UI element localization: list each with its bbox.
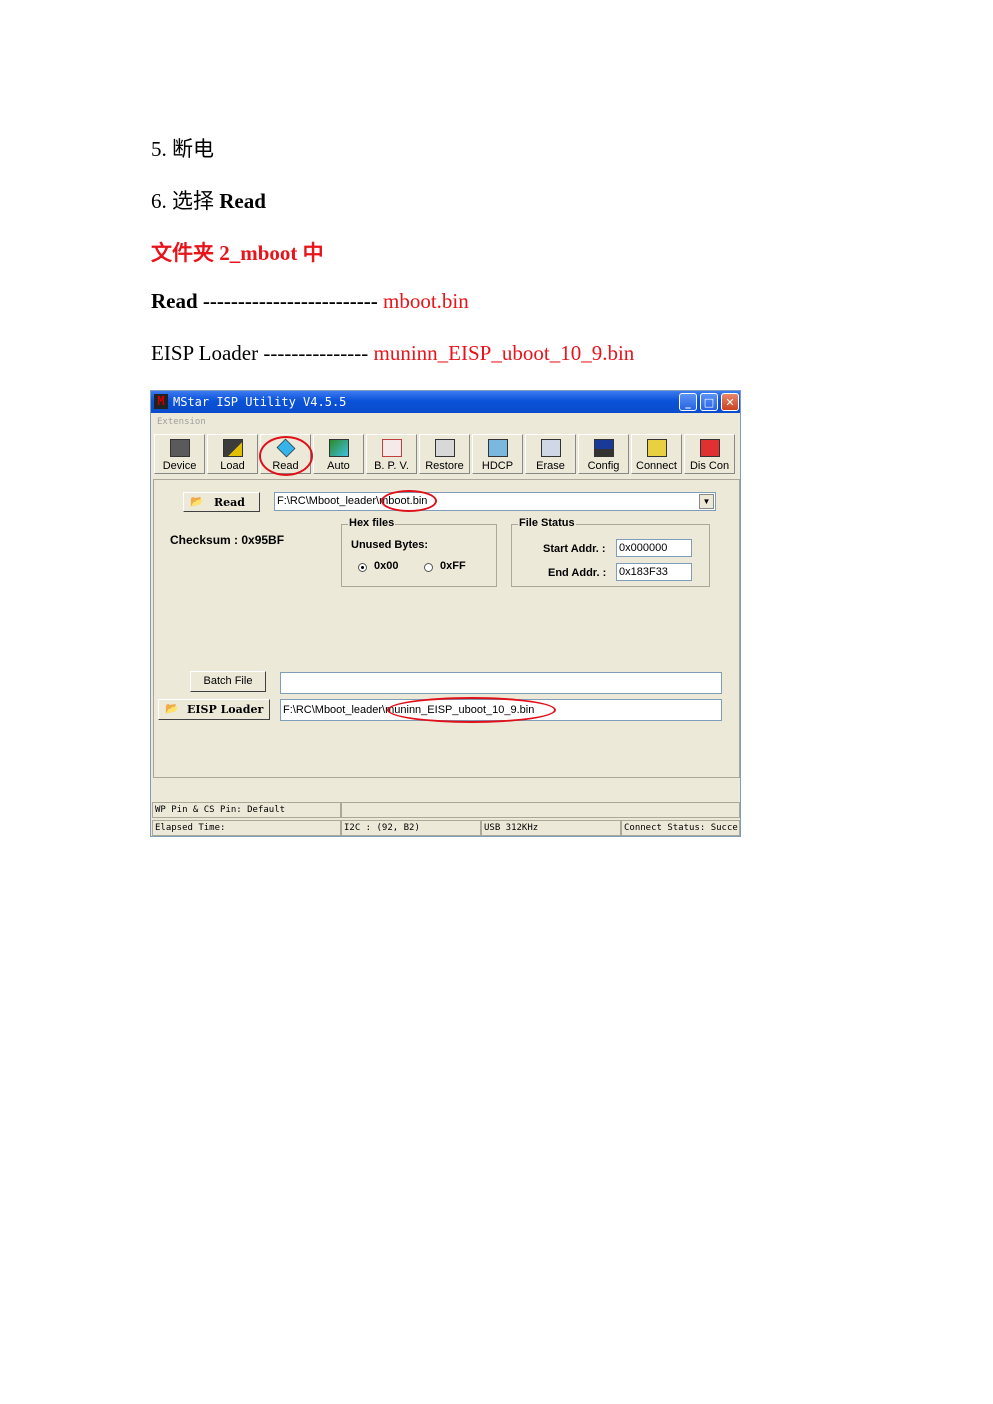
radio-0xff[interactable] <box>424 563 433 572</box>
monitor-icon <box>594 439 614 457</box>
radio-0x00-label: 0x00 <box>374 560 399 572</box>
tool-label: Restore <box>425 460 464 472</box>
tool-load-button[interactable]: Load <box>207 434 258 474</box>
tool-config-button[interactable]: Config <box>578 434 629 474</box>
status-empty <box>341 802 740 818</box>
tool-restore-button[interactable]: Restore <box>419 434 470 474</box>
tool-label: B. P. V. <box>374 460 409 472</box>
close-icon[interactable]: ✕ <box>721 393 739 411</box>
menu-extension[interactable]: Extension <box>157 417 206 427</box>
app-logo-icon: M <box>154 394 168 409</box>
file-status-title: File Status <box>518 517 576 529</box>
tool-label: Erase <box>536 460 565 472</box>
annotation-ellipse-eisp <box>387 697 556 723</box>
tool-hdcp-button[interactable]: HDCP <box>472 434 523 474</box>
check-icon <box>382 439 402 457</box>
folder-open-icon: 📂 <box>190 496 204 508</box>
status-connect: Connect Status: Succe <box>621 820 740 836</box>
minimize-icon[interactable]: _ <box>679 393 697 411</box>
eisp-line: EISP Loader --------------- muninn_EISP_… <box>151 341 634 366</box>
tool-label: Load <box>220 460 245 472</box>
start-addr-label: Start Addr. : <box>543 543 606 555</box>
read-button[interactable]: 📂 Read <box>183 492 260 512</box>
hex-files-group: Hex files Unused Bytes: 0x00 0xFF <box>341 517 497 587</box>
auto-icon <box>329 439 349 457</box>
end-addr-label: End Addr. : <box>548 567 607 579</box>
step-6: 6. 选择 Read <box>151 185 266 215</box>
tool-label: HDCP <box>481 460 514 472</box>
batch-file-label: Batch File <box>203 675 253 687</box>
folder-open-icon: 📂 <box>165 703 179 715</box>
tool-label: Device <box>162 460 197 472</box>
tool-device-button[interactable]: Device <box>154 434 205 474</box>
maximize-icon[interactable]: □ <box>700 393 718 411</box>
eisp-line-file: muninn_EISP_uboot_10_9.bin <box>373 341 635 365</box>
tool-connect-button[interactable]: Connect <box>631 434 682 474</box>
step-6-prefix: 6. 选择 <box>151 189 220 213</box>
tool-discon-button[interactable]: Dis Con <box>684 434 735 474</box>
folder-note: 文件夹 2_mboot 中 <box>151 241 324 265</box>
step-6-bold: Read <box>219 189 266 213</box>
annotation-ellipse-read <box>259 436 313 476</box>
menu-bar: Extension <box>151 414 740 430</box>
status-elapsed: Elapsed Time: <box>152 820 341 836</box>
eisp-loader-button[interactable]: 📂 EISP Loader <box>158 699 270 720</box>
isp-utility-window: M MStar ISP Utility V4.5.5 _ □ ✕ Extensi… <box>150 390 741 837</box>
title-bar[interactable]: M MStar ISP Utility V4.5.5 _ □ ✕ <box>151 391 740 413</box>
start-addr-field[interactable]: 0x000000 <box>616 539 692 557</box>
disconnect-icon <box>700 439 720 457</box>
unused-bytes-label: Unused Bytes: <box>351 539 429 551</box>
tool-label: Connect <box>636 460 677 472</box>
radio-0x00[interactable] <box>358 563 367 572</box>
connect-icon <box>647 439 667 457</box>
read-line: Read ------------------------- mboot.bin <box>151 289 469 314</box>
read-line-file: mboot.bin <box>383 289 469 313</box>
eisp-loader-label: EISP Loader <box>187 703 264 716</box>
read-button-label: Read <box>214 496 245 509</box>
read-line-label: Read ------------------------- <box>151 289 383 313</box>
radio-0xff-label: 0xFF <box>440 560 466 572</box>
step-5: 5. 断电 <box>151 137 214 161</box>
tool-label: Auto <box>327 460 350 472</box>
hex-files-title: Hex files <box>348 517 396 529</box>
tool-bpv-button[interactable]: B. P. V. <box>366 434 417 474</box>
chip-icon <box>170 439 190 457</box>
tool-label: Dis Con <box>689 460 730 472</box>
load-chip-icon <box>223 439 243 457</box>
end-addr-field[interactable]: 0x183F33 <box>616 563 692 581</box>
hdcp-icon <box>488 439 508 457</box>
batch-file-path[interactable] <box>280 672 722 694</box>
read-path-select[interactable]: F:\RC\Mboot_leader\mboot.bin ▼ <box>274 492 716 511</box>
window-title: MStar ISP Utility V4.5.5 <box>173 395 347 409</box>
annotation-ellipse-mboot <box>381 490 437 512</box>
checksum-text: Checksum : 0x95BF <box>170 533 285 547</box>
status-i2c: I2C : (92, B2) <box>341 820 481 836</box>
file-status-group: File Status Start Addr. : 0x000000 End A… <box>511 517 710 587</box>
batch-file-button[interactable]: Batch File <box>190 671 266 692</box>
restore-icon <box>435 439 455 457</box>
status-wp-pin: WP Pin & CS Pin: Default <box>152 802 341 818</box>
toolbar: Device Load Read Auto B. P. V. Restore H… <box>153 434 740 476</box>
status-usb: USB 312KHz <box>481 820 621 836</box>
tool-label: Config <box>587 460 620 472</box>
chevron-down-icon[interactable]: ▼ <box>699 494 714 509</box>
main-panel: 📂 Read F:\RC\Mboot_leader\mboot.bin ▼ Ch… <box>153 479 740 778</box>
eraser-icon <box>541 439 561 457</box>
tool-auto-button[interactable]: Auto <box>313 434 364 474</box>
eisp-line-label: EISP Loader --------------- <box>151 341 374 365</box>
tool-erase-button[interactable]: Erase <box>525 434 576 474</box>
